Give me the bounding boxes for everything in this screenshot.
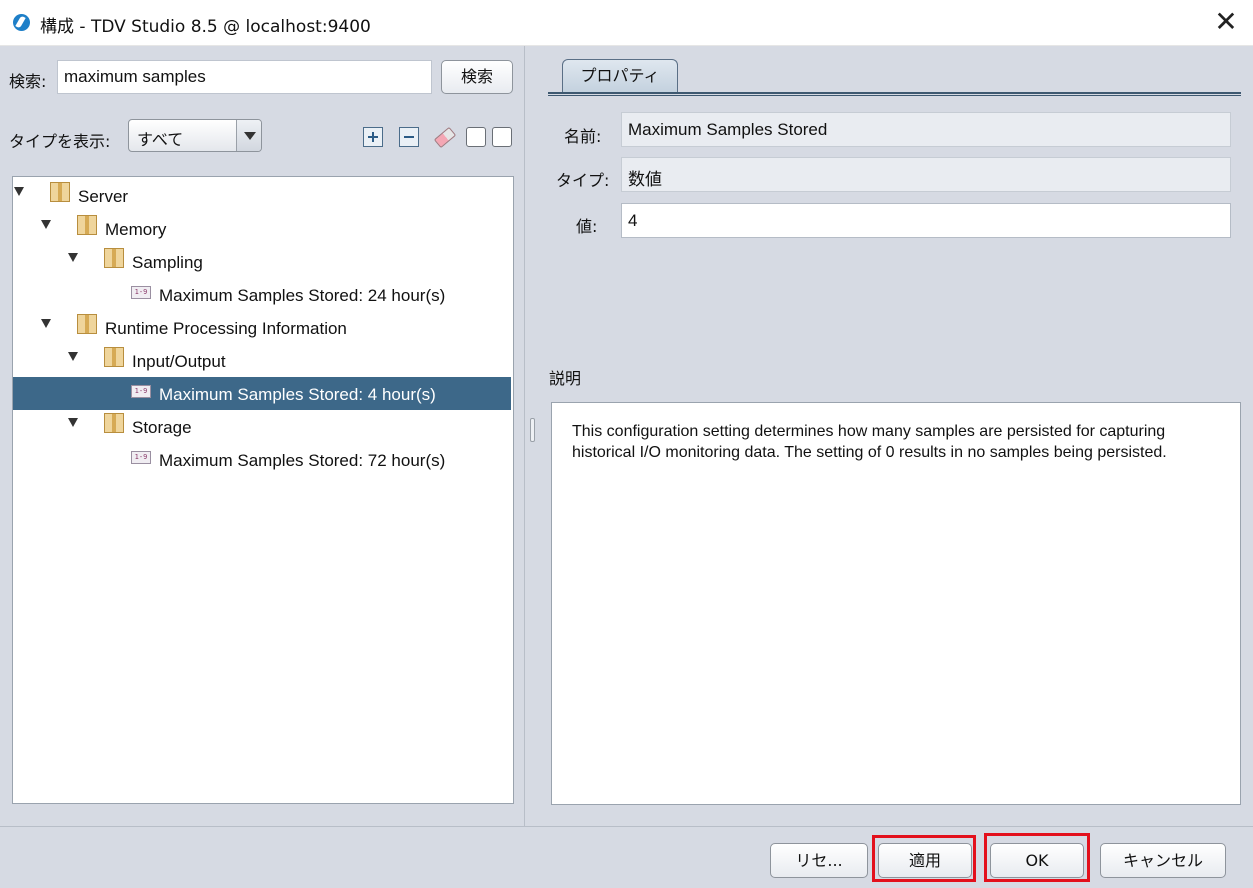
expanded-arrow-icon[interactable] xyxy=(14,187,24,196)
apply-button[interactable]: 適用 xyxy=(878,843,972,878)
type-filter-label: タイプを表示: xyxy=(9,132,111,151)
tree-folder-row[interactable]: Sampling xyxy=(13,245,511,278)
window-title: 構成 - TDV Studio 8.5 @ localhost:9400 xyxy=(40,17,371,37)
chevron-down-icon[interactable] xyxy=(236,120,261,151)
tree-folder-row[interactable]: Server xyxy=(13,179,511,212)
tree-item-label: Storage xyxy=(132,418,192,437)
tree-folder-row[interactable]: Memory xyxy=(13,212,511,245)
name-label: 名前: xyxy=(564,127,602,146)
eraser-icon[interactable] xyxy=(433,127,453,147)
splitter-grip-icon[interactable] xyxy=(530,418,535,442)
value-label: 値: xyxy=(576,217,598,236)
dialog-body: 検索: 検索 タイプを表示: すべて Server Memory Sampling 1… xyxy=(0,46,1253,888)
type-field: 数値 xyxy=(621,157,1231,192)
tree-item-label: Maximum Samples Stored: 4 hour(s) xyxy=(159,385,436,404)
tree-item-label: Sampling xyxy=(132,253,203,272)
app-logo-icon xyxy=(13,14,30,31)
search-input[interactable] xyxy=(57,60,432,94)
folder-icon xyxy=(50,182,70,202)
tree-folder-row[interactable]: Storage xyxy=(13,410,511,443)
ok-button[interactable]: OK xyxy=(990,843,1084,878)
expanded-arrow-icon[interactable] xyxy=(41,319,51,328)
tree-setting-row[interactable]: 1-9 Maximum Samples Stored: 4 hour(s) xyxy=(13,377,511,410)
left-panel: 検索: 検索 タイプを表示: すべて Server Memory Sampling 1… xyxy=(0,46,524,826)
expanded-arrow-icon[interactable] xyxy=(68,253,78,262)
tree-item-label: Memory xyxy=(105,220,167,239)
collapse-all-icon[interactable] xyxy=(399,127,419,147)
numeric-setting-icon: 1-9 xyxy=(131,385,151,398)
checkbox-icon[interactable] xyxy=(466,127,486,147)
tree-item-label: Server xyxy=(78,187,129,206)
tree-item-label: Input/Output xyxy=(132,352,226,371)
folder-icon xyxy=(77,215,97,235)
button-bar: リセ... 適用 OK キャンセル xyxy=(0,826,1253,888)
type-label: タイプ: xyxy=(556,171,610,190)
tree-item-label: Maximum Samples Stored: 24 hour(s) xyxy=(159,286,446,305)
folder-icon xyxy=(104,413,124,433)
tree-folder-row[interactable]: Runtime Processing Information xyxy=(13,311,511,344)
title-bar: 構成 - TDV Studio 8.5 @ localhost:9400 ✕ xyxy=(0,0,1253,46)
search-label: 検索: xyxy=(9,72,47,91)
checkbox-icon[interactable] xyxy=(492,127,512,147)
description-label: 説明 xyxy=(549,369,582,388)
right-panel: プロパティ 名前: Maximum Samples Stored タイプ: 数値… xyxy=(540,46,1253,826)
tree-folder-row[interactable]: Input/Output xyxy=(13,344,511,377)
expanded-arrow-icon[interactable] xyxy=(41,220,51,229)
value-input[interactable]: 4 xyxy=(621,203,1231,238)
tree-item-label: Maximum Samples Stored: 72 hour(s) xyxy=(159,451,446,470)
tree-item-label: Runtime Processing Information xyxy=(105,319,347,338)
type-filter-select[interactable]: すべて xyxy=(128,119,262,152)
numeric-setting-icon: 1-9 xyxy=(131,451,151,464)
expanded-arrow-icon[interactable] xyxy=(68,352,78,361)
numeric-setting-icon: 1-9 xyxy=(131,286,151,299)
reset-button[interactable]: リセ... xyxy=(770,843,868,878)
tab-properties[interactable]: プロパティ xyxy=(562,59,678,93)
cancel-button[interactable]: キャンセル xyxy=(1100,843,1226,878)
folder-icon xyxy=(104,248,124,268)
type-filter-value: すべて xyxy=(137,130,184,149)
close-icon[interactable]: ✕ xyxy=(1211,8,1241,38)
expanded-arrow-icon[interactable] xyxy=(68,418,78,427)
description-text: This configuration setting determines ho… xyxy=(551,402,1241,805)
folder-icon xyxy=(104,347,124,367)
expand-all-icon[interactable] xyxy=(363,127,383,147)
search-button[interactable]: 検索 xyxy=(441,60,513,94)
config-tree[interactable]: Server Memory Sampling 1-9 Maximum Samples S… xyxy=(12,176,514,804)
folder-icon xyxy=(77,314,97,334)
panel-splitter[interactable] xyxy=(524,46,540,826)
tree-setting-row[interactable]: 1-9 Maximum Samples Stored: 24 hour(s) xyxy=(13,278,511,311)
name-field: Maximum Samples Stored xyxy=(621,112,1231,147)
tab-underline xyxy=(548,92,1241,96)
tree-setting-row[interactable]: 1-9 Maximum Samples Stored: 72 hour(s) xyxy=(13,443,511,476)
